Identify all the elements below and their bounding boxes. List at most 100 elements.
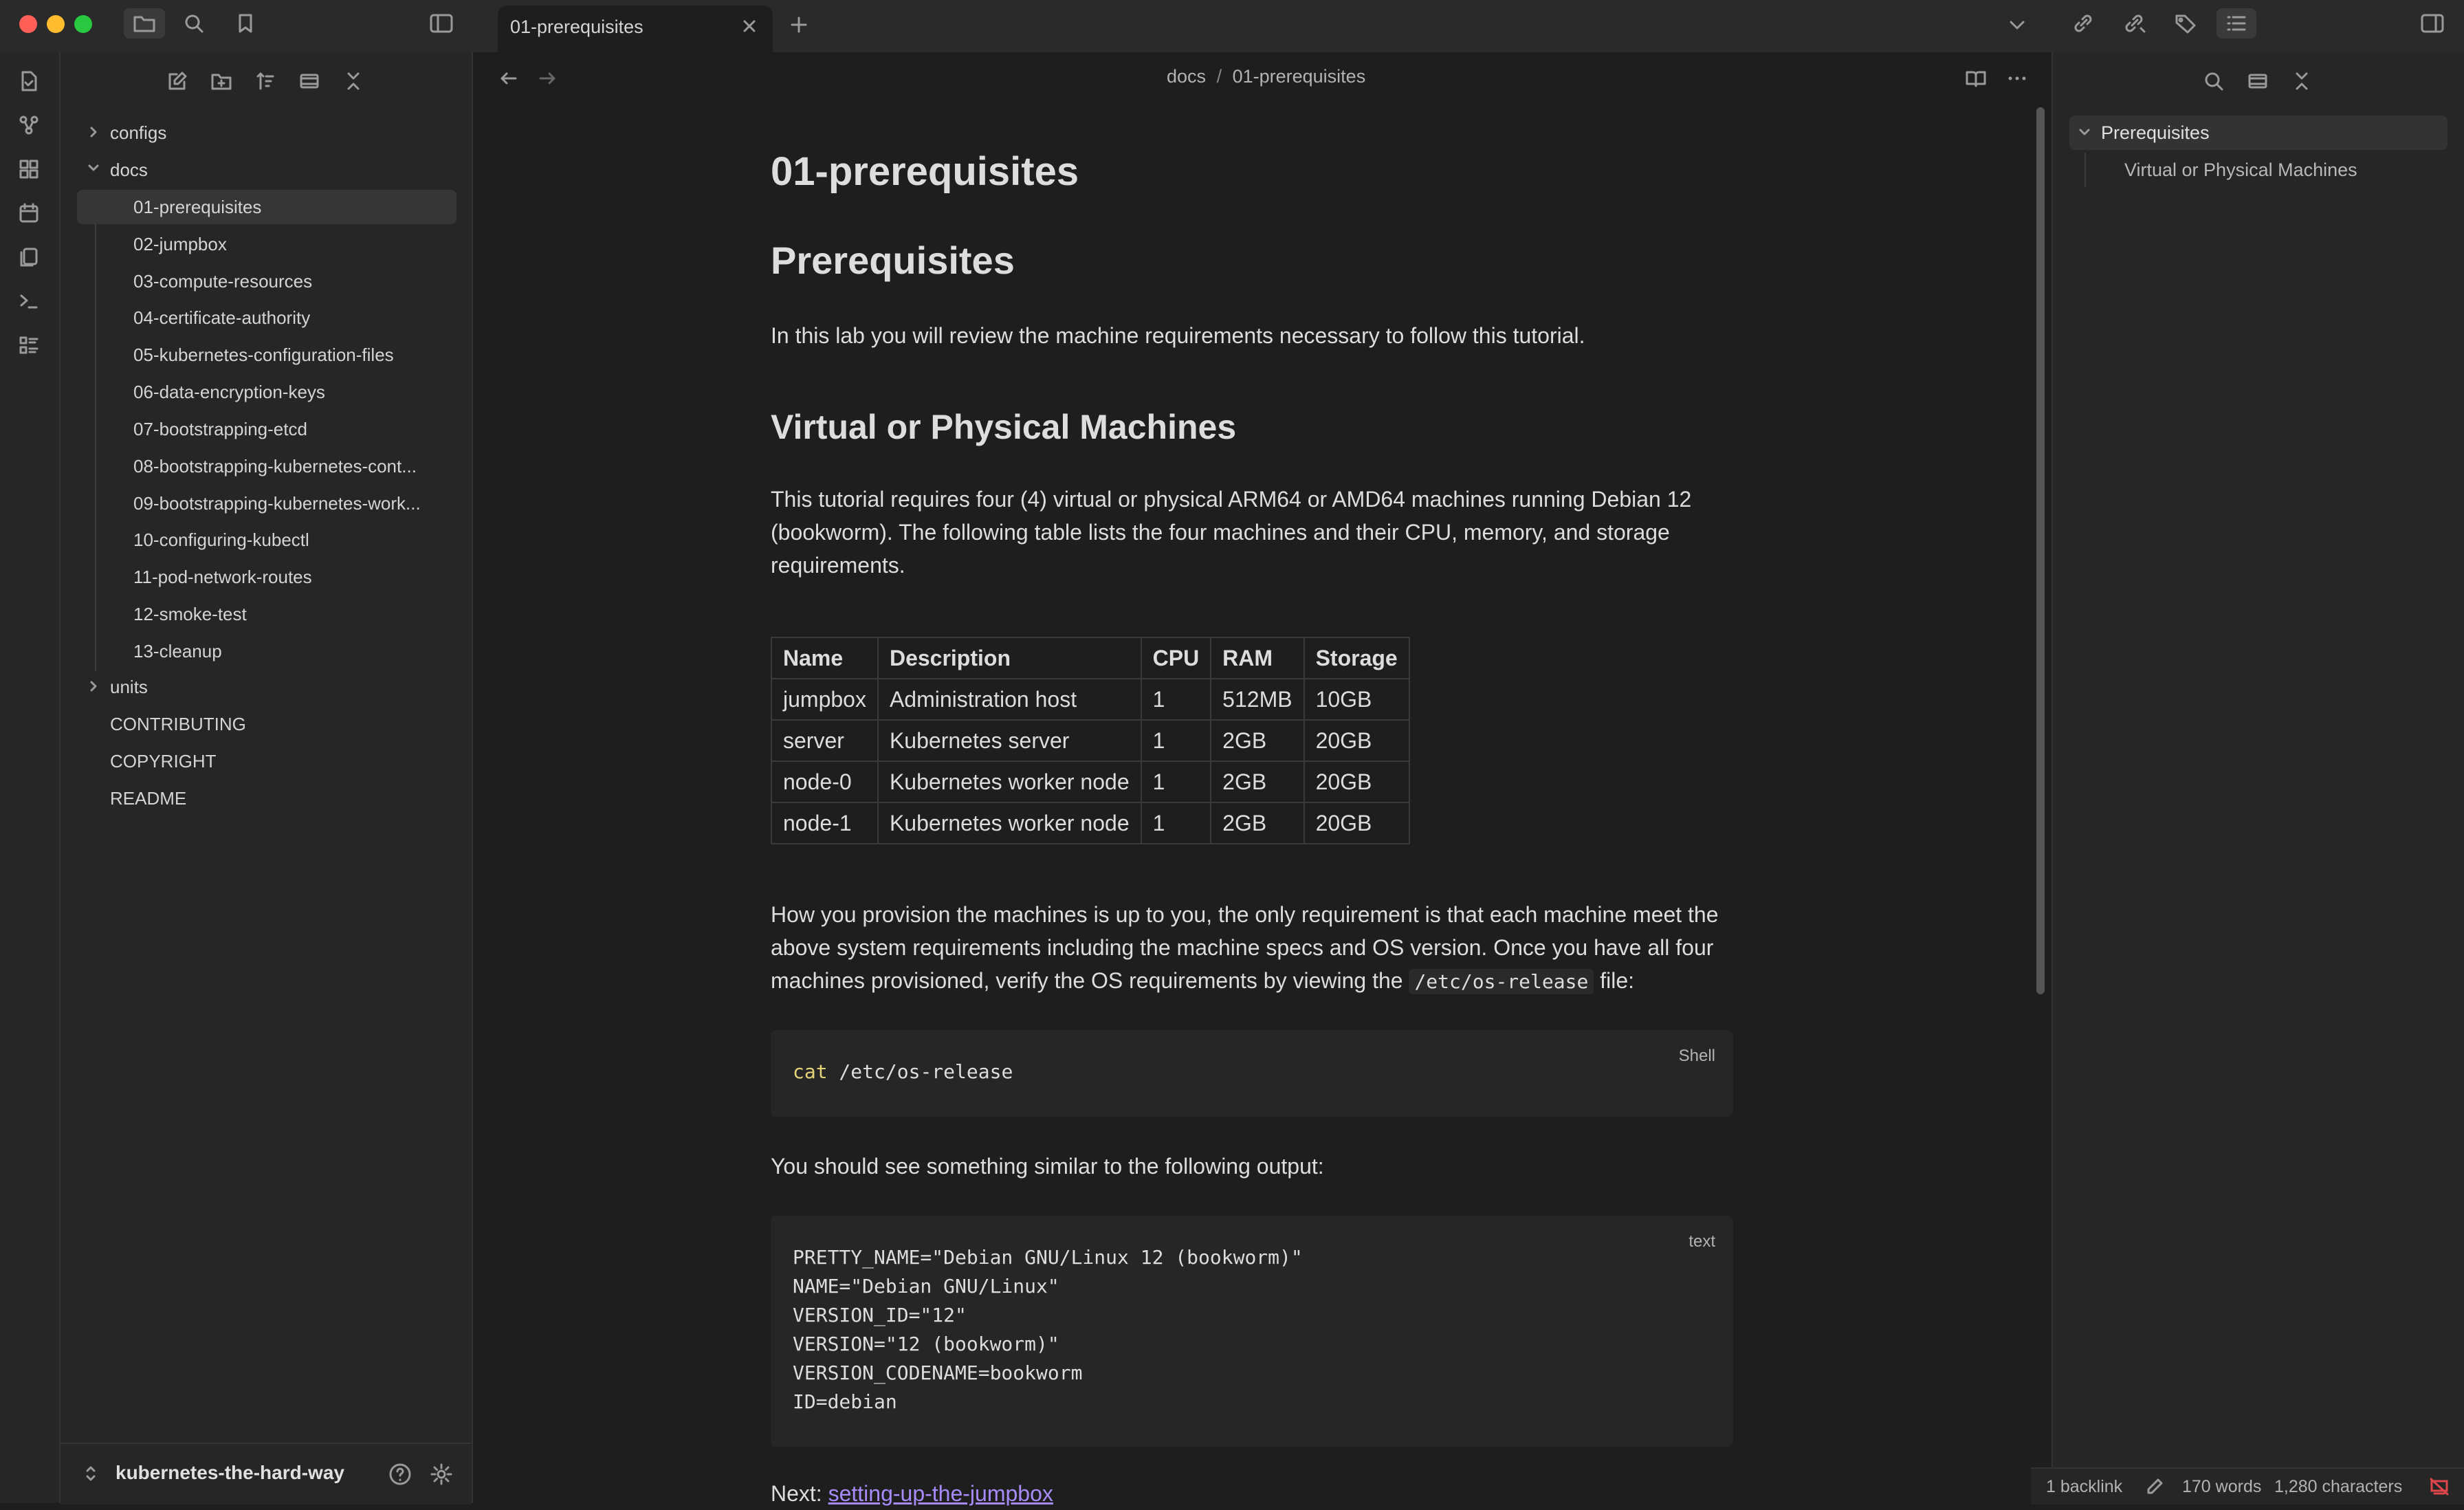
canvas-icon[interactable] [14,154,44,184]
breadcrumb-parent[interactable]: docs [1167,66,1206,87]
table-cell: server [771,719,879,762]
outline-icon[interactable] [2216,8,2256,39]
next-link-paragraph: Next: setting-up-the-jumpbox [771,1477,1733,1510]
file-contributing[interactable]: CONTRIBUTING [110,714,246,735]
window-zoom-button[interactable] [74,15,92,33]
editor-scrollbar[interactable] [2036,107,2045,994]
table-cell: 512MB [1210,678,1305,721]
file-01-prerequisites[interactable]: 01-prerequisites [133,197,450,218]
chevron-right-icon[interactable] [87,124,100,140]
folder-docs[interactable]: docs [110,160,148,181]
outline-item-prerequisites[interactable]: Prerequisites [2101,122,2210,144]
settings-gear-icon[interactable] [426,1460,456,1488]
table-cell: 2GB [1210,802,1305,844]
chevron-down-icon[interactable] [85,161,102,175]
code-shell-content: cat /etc/os-release [793,1058,1013,1086]
output-intro-paragraph: You should see something similar to the … [771,1154,1324,1179]
tags-icon[interactable] [2171,10,2201,37]
outline-auto-expand-icon[interactable] [2243,66,2273,96]
sync-disabled-icon[interactable] [2426,1474,2453,1499]
title-bar: 01-prerequisites [0,0,2464,52]
file-06-data-encryption-keys[interactable]: 06-data-encryption-keys [133,382,450,403]
outline-panel [2052,52,2464,1503]
file-07-bootstrapping-etcd[interactable]: 07-bootstrapping-etcd [133,419,450,440]
new-tab-icon[interactable] [785,11,813,39]
code-block-text[interactable]: text PRETTY_NAME="Debian GNU/Linux 12 (b… [771,1216,1733,1447]
window-minimize-button[interactable] [47,15,65,33]
breadcrumb-current[interactable]: 01-prerequisites [1233,66,1366,87]
outline-collapse-all-icon[interactable] [2287,66,2317,96]
navigate-forward-icon[interactable] [534,65,561,92]
reading-view-icon[interactable] [1962,65,1990,92]
file-13-cleanup[interactable]: 13-cleanup [133,641,450,662]
table-cell: 2GB [1210,761,1305,803]
file-08-bootstrapping-kubernetes-controllers[interactable]: 08-bootstrapping-kubernetes-cont... [133,456,450,477]
table-cell: 20GB [1303,802,1410,844]
open-quick-switcher-icon[interactable] [14,66,44,96]
new-note-icon[interactable] [162,66,192,96]
vault-switch-chevrons-icon[interactable] [82,1463,99,1484]
file-10-configuring-kubectl[interactable]: 10-configuring-kubectl [133,529,450,551]
window-close-button[interactable] [19,15,37,33]
toggle-left-sidebar-icon[interactable] [425,10,458,37]
new-folder-icon[interactable] [206,66,236,96]
outgoing-links-icon[interactable] [2120,10,2150,37]
file-04-certificate-authority[interactable]: 04-certificate-authority [133,307,450,329]
collapse-all-icon[interactable] [338,66,368,96]
table-cell: Kubernetes worker node [877,761,1142,803]
table-cell: Administration host [877,678,1142,721]
folder-units[interactable]: units [110,677,148,698]
next-link[interactable]: setting-up-the-jumpbox [828,1481,1053,1506]
outline-item-virtual-physical[interactable]: Virtual or Physical Machines [2124,160,2357,181]
inline-code-os-release: /etc/os-release [1409,969,1594,994]
editing-mode-pencil-icon[interactable] [2142,1474,2167,1499]
tab-label: 01-prerequisites [510,17,644,37]
chevron-right-icon[interactable] [87,678,100,694]
file-05-kubernetes-configuration-files[interactable]: 05-kubernetes-configuration-files [133,344,450,366]
terminal-icon[interactable] [14,286,44,316]
table-header-cell: Name [771,637,879,679]
close-tab-icon[interactable] [737,14,762,39]
templates-icon[interactable] [14,242,44,272]
file-09-bootstrapping-kubernetes-workers[interactable]: 09-bootstrapping-kubernetes-work... [133,493,450,514]
backlinks-count[interactable]: 1 backlink [2046,1477,2122,1497]
table-row: node-0 Kubernetes worker node 1 2GB 20GB [771,761,1410,803]
inline-title[interactable]: 01-prerequisites [771,149,1079,195]
command-palette-icon[interactable] [14,330,44,360]
ribbon [0,52,60,1503]
file-copyright[interactable]: COPYRIGHT [110,751,217,772]
code-keyword: cat [793,1060,828,1083]
files-icon[interactable] [124,8,165,39]
outline-search-icon[interactable] [2199,66,2229,96]
chevron-down-icon[interactable] [2076,125,2093,139]
file-11-pod-network-routes[interactable]: 11-pod-network-routes [133,567,450,588]
calendar-icon[interactable] [14,198,44,228]
more-options-icon[interactable] [2003,65,2031,92]
table-cell: node-1 [771,802,879,844]
links-icon[interactable] [2069,10,2100,37]
table-header-row: Name Description CPU RAM Storage [771,637,1410,679]
navigate-back-icon[interactable] [495,65,522,92]
search-icon[interactable] [179,10,209,37]
breadcrumb-separator: / [1216,66,1222,87]
tab-list-chevron-icon[interactable] [2003,11,2031,39]
file-02-jumpbox[interactable]: 02-jumpbox [133,234,450,255]
help-icon[interactable] [385,1460,415,1488]
vault-name[interactable]: kubernetes-the-hard-way [116,1462,344,1484]
file-03-compute-resources[interactable]: 03-compute-resources [133,271,450,292]
sort-order-icon[interactable] [250,66,280,96]
table-row: jumpbox Administration host 1 512MB 10GB [771,678,1410,721]
file-readme[interactable]: README [110,788,186,809]
table-header-cell: RAM [1210,637,1305,679]
toggle-right-sidebar-icon[interactable] [2416,10,2449,37]
auto-reveal-icon[interactable] [294,66,324,96]
breadcrumb: docs / 01-prerequisites [1167,66,1365,87]
heading-virtual-physical-machines: Virtual or Physical Machines [771,408,1237,446]
graph-view-icon[interactable] [14,110,44,140]
table-cell: 20GB [1303,719,1410,762]
folder-configs[interactable]: configs [110,122,166,144]
machines-paragraph: This tutorial requires four (4) virtual … [771,487,1692,578]
bookmark-icon[interactable] [230,10,261,37]
file-12-smoke-test[interactable]: 12-smoke-test [133,604,450,625]
code-block-shell[interactable]: Shell cat /etc/os-release [771,1030,1733,1117]
